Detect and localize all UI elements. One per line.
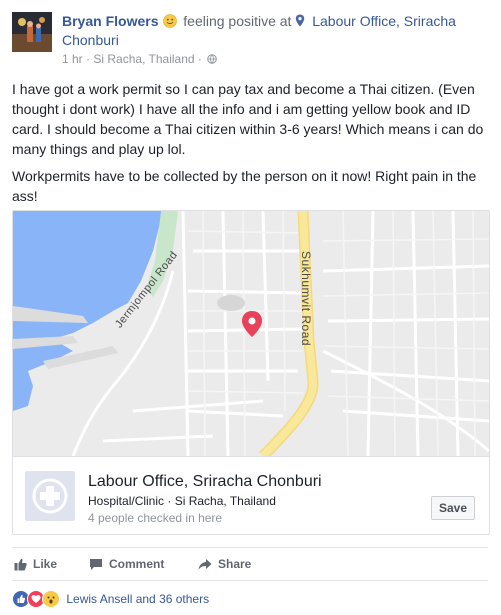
post-location[interactable]: Si Racha, Thailand bbox=[93, 52, 194, 66]
comment-label: Comment bbox=[109, 557, 165, 571]
share-arrow-icon bbox=[198, 559, 212, 570]
map-view[interactable]: Sukhumvit Road Jermjompol Road bbox=[13, 211, 489, 456]
post-header: Bryan Flowers feeling positive at Labour… bbox=[12, 10, 492, 70]
post-meta: 1 hr · Si Racha, Thailand · bbox=[62, 52, 218, 66]
location-pin-icon bbox=[296, 14, 305, 27]
avatar[interactable] bbox=[12, 12, 52, 52]
like-label: Like bbox=[33, 557, 58, 571]
place-title[interactable]: Labour Office, Sriracha Chonburi bbox=[88, 472, 322, 492]
save-button[interactable]: Save bbox=[431, 496, 475, 520]
post-timestamp[interactable]: 1 hr bbox=[62, 52, 83, 66]
thumbs-up-icon bbox=[14, 558, 27, 571]
post-paragraph: Workpermits have to be collected by the … bbox=[12, 168, 477, 204]
reactions-text[interactable]: Lewis Ansell and 36 others bbox=[66, 592, 209, 606]
meta-dot: · bbox=[197, 52, 202, 66]
post-header-line: Bryan Flowers feeling positive at Labour… bbox=[62, 12, 492, 50]
comment-bubble-icon bbox=[90, 559, 102, 570]
post-paragraph: I have got a work permit so I can pay ta… bbox=[12, 81, 484, 157]
meta-separator: · bbox=[86, 52, 91, 66]
comment-button[interactable]: Comment bbox=[89, 548, 164, 580]
globe-icon[interactable] bbox=[207, 54, 218, 64]
feeling-text: feeling positive at bbox=[183, 13, 292, 29]
map-attachment[interactable]: Sukhumvit Road Jermjompol Road Labour Of… bbox=[12, 210, 490, 535]
map-road-label: Sukhumvit Road bbox=[299, 251, 313, 347]
place-info: Labour Office, Sriracha Chonburi Hospita… bbox=[13, 456, 489, 534]
place-category: Hospital/Clinic · Si Racha, Thailand bbox=[88, 494, 276, 508]
share-button[interactable]: Share bbox=[198, 548, 251, 580]
place-checkins: 4 people checked in here bbox=[88, 511, 223, 525]
share-label: Share bbox=[218, 557, 252, 571]
like-button[interactable]: Like bbox=[14, 548, 57, 580]
action-bar: Like Comment Share bbox=[12, 547, 488, 581]
author-name[interactable]: Bryan Flowers bbox=[62, 13, 158, 29]
post-body: I have got a work permit so I can pay ta… bbox=[12, 79, 490, 213]
post-card: Bryan Flowers feeling positive at Labour… bbox=[0, 0, 501, 613]
smile-emoji-icon bbox=[163, 14, 178, 28]
wow-reaction-icon bbox=[42, 590, 60, 608]
reactions-summary[interactable]: Lewis Ansell and 36 others bbox=[12, 587, 209, 611]
hospital-cross-icon[interactable] bbox=[25, 471, 75, 521]
